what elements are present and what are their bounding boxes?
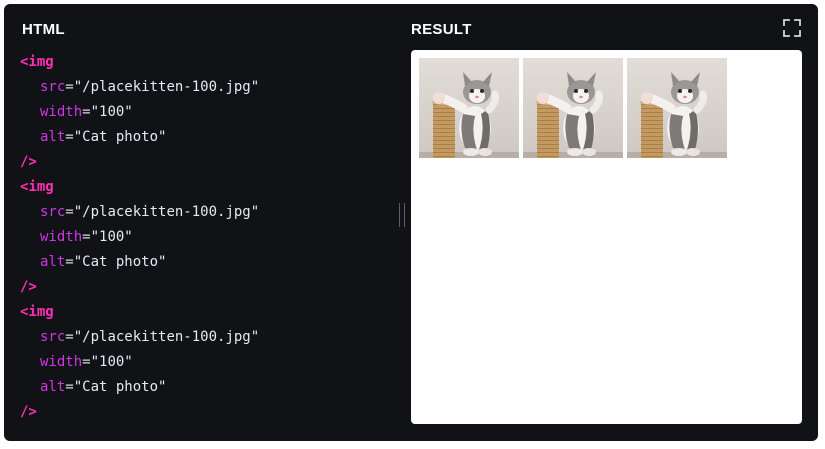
equals-sign: = [65,204,74,220]
code-line: src="/placekitten-100.jpg" [20,325,259,350]
result-heading: RESULT [411,21,472,38]
equals-sign: = [65,129,74,145]
tag-close: /> [20,279,37,295]
code-line: /> [20,400,259,425]
tag-open: <img [20,54,54,70]
code-line: alt="Cat photo" [20,375,259,400]
equals-sign: = [65,79,74,95]
code-line: src="/placekitten-100.jpg" [20,75,259,100]
code-line: width="100" [20,100,259,125]
tag-open: <img [20,304,54,320]
code-line: alt="Cat photo" [20,250,259,275]
attribute-name: alt [40,254,66,270]
code-line: src="/placekitten-100.jpg" [20,200,259,225]
attribute-value: "Cat photo" [73,254,167,270]
attribute-value: "/placekitten-100.jpg" [73,79,260,95]
attribute-name: src [40,79,66,95]
cat-photo [523,58,623,158]
cat-photo [627,58,727,158]
attribute-value: "100" [90,354,133,370]
fullscreen-button[interactable] [782,18,802,38]
equals-sign: = [65,254,74,270]
code-line: /> [20,150,259,175]
code-line: alt="Cat photo" [20,125,259,150]
editor-heading: HTML [22,21,65,38]
fullscreen-icon [783,19,801,37]
attribute-name: src [40,329,66,345]
cat-photo [419,58,519,158]
tag-open: <img [20,179,54,195]
image-row [419,58,727,158]
equals-sign: = [65,329,74,345]
tag-close: /> [20,154,37,170]
result-preview [411,50,802,424]
attribute-name: alt [40,379,66,395]
tag-close: /> [20,404,37,420]
attribute-value: "100" [90,104,133,120]
resize-handle[interactable] [399,203,405,227]
code-line: <img [20,50,259,75]
attribute-name: src [40,204,66,220]
code-example-panel: HTML RESULT <img src="/placekitten-100.jp… [4,4,818,441]
equals-sign: = [65,379,74,395]
code-line: width="100" [20,350,259,375]
attribute-value: "Cat photo" [73,379,167,395]
code-line: /> [20,275,259,300]
code-line: width="100" [20,225,259,250]
equals-sign: = [82,354,91,370]
code-line: <img [20,175,259,200]
html-code-editor[interactable]: <img src="/placekitten-100.jpg" width="100… [20,50,259,425]
attribute-name: alt [40,129,66,145]
equals-sign: = [82,104,91,120]
attribute-name: width [40,104,83,120]
attribute-name: width [40,354,83,370]
attribute-name: width [40,229,83,245]
attribute-value: "/placekitten-100.jpg" [73,204,260,220]
attribute-value: "Cat photo" [73,129,167,145]
attribute-value: "/placekitten-100.jpg" [73,329,260,345]
attribute-value: "100" [90,229,133,245]
equals-sign: = [82,229,91,245]
code-line: <img [20,300,259,325]
